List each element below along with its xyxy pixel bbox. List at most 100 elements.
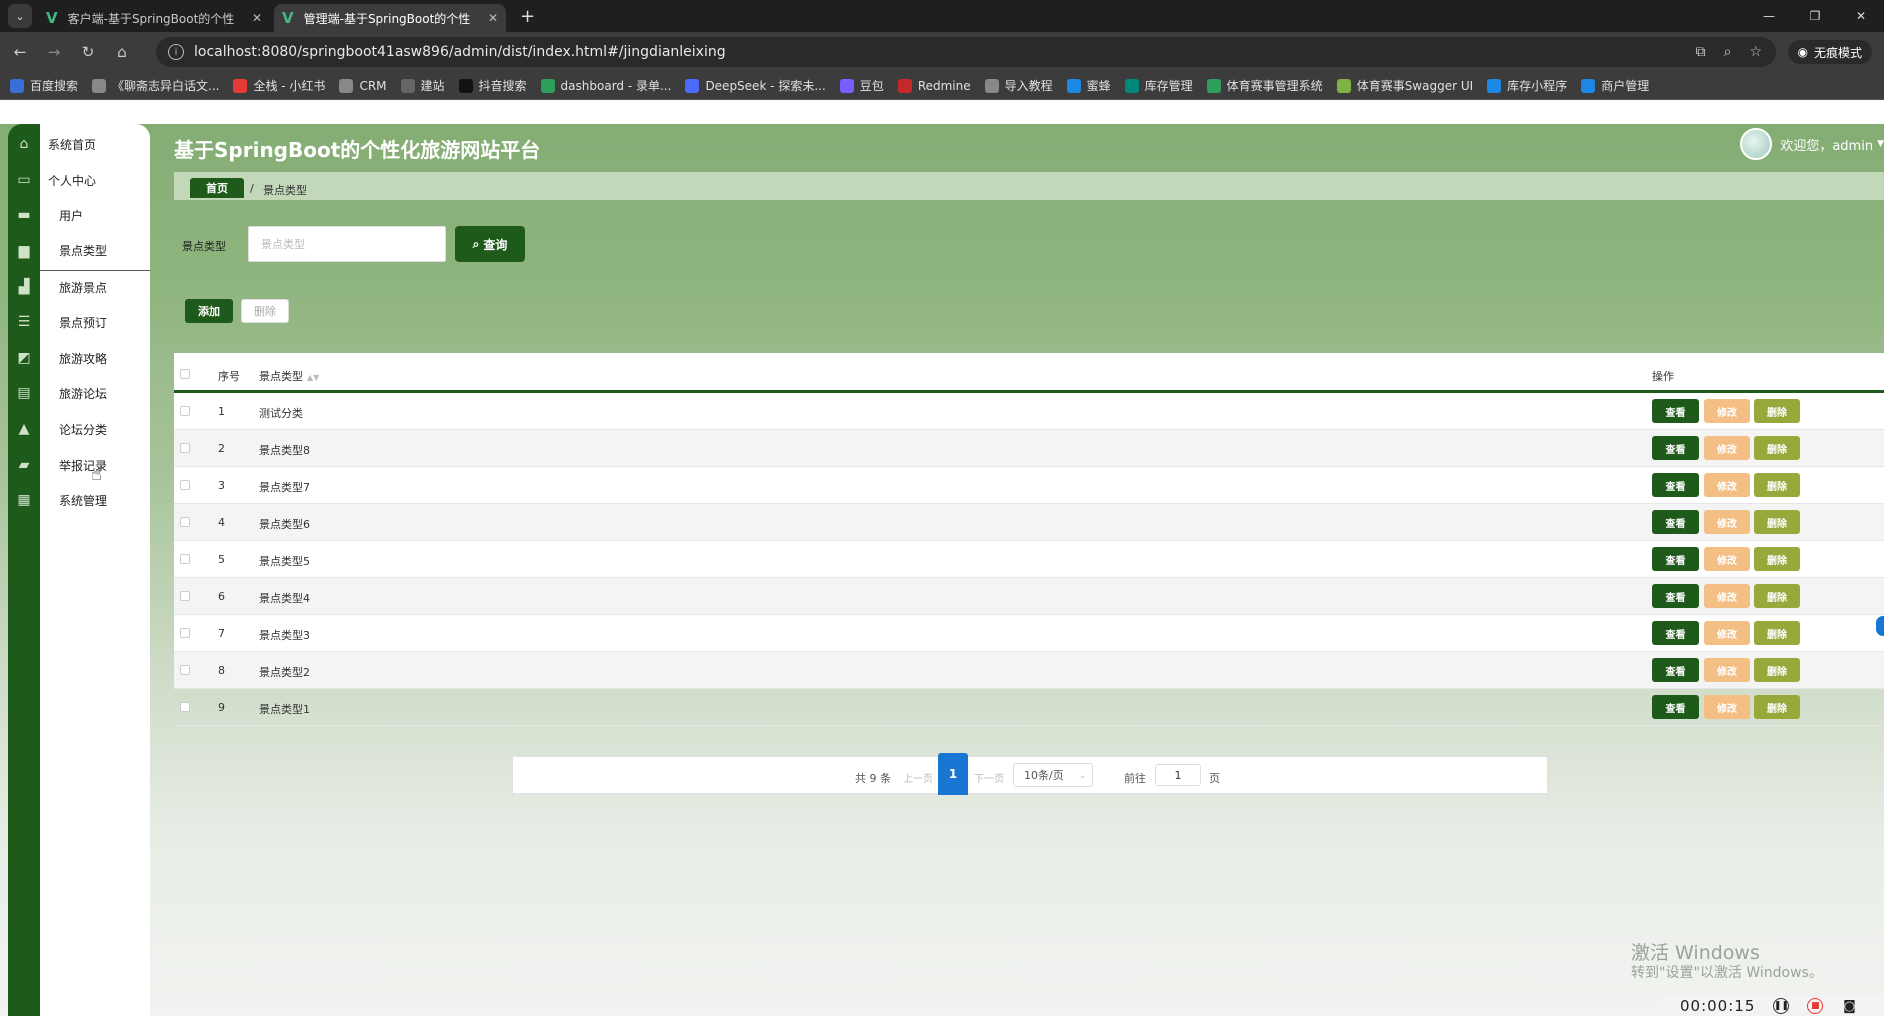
bookmark-item[interactable]: 导入教程 (984, 77, 1053, 94)
home-nav-icon[interactable]: ⌂ (108, 43, 136, 61)
edit-button[interactable]: 修改 (1704, 436, 1750, 460)
goto-page-input[interactable] (1155, 764, 1201, 786)
close-tab-icon[interactable]: ✕ (488, 11, 498, 25)
bookmark-item[interactable]: 蜜蜂 (1066, 77, 1111, 94)
chat-icon[interactable]: ▬ (8, 195, 40, 235)
user-icon[interactable]: ▲ (8, 409, 40, 449)
row-checkbox[interactable] (180, 628, 190, 638)
bookmark-item[interactable]: 《聊斋志异白话文... (92, 77, 219, 94)
add-button[interactable]: 添加 (185, 299, 233, 323)
delete-button[interactable]: 删除 (1754, 695, 1800, 719)
bookmark-item[interactable]: 全栈 - 小红书 (233, 77, 325, 94)
new-tab-button[interactable]: + (510, 6, 545, 27)
address-bar[interactable]: i localhost:8080/springboot41asw896/admi… (156, 37, 1776, 67)
view-button[interactable]: 查看 (1652, 695, 1699, 719)
user-menu[interactable]: 欢迎您，admin ▼ (1740, 128, 1884, 160)
sort-icon[interactable]: ▲▼ (307, 373, 319, 382)
sidebar-item[interactable]: 论坛分类 (40, 409, 150, 449)
search-button[interactable]: ⌕ 查询 (455, 226, 525, 262)
bookmark-item[interactable]: 豆包 (839, 77, 884, 94)
view-button[interactable]: 查看 (1652, 584, 1699, 608)
home-icon[interactable]: ⌂ (8, 124, 40, 164)
delete-button[interactable]: 删除 (1754, 584, 1800, 608)
chart-icon[interactable]: ◩ (8, 338, 40, 378)
browser-tab-admin[interactable]: V 管理端-基于SpringBoot的个性 ✕ (274, 4, 506, 32)
sliders-icon[interactable]: ☰ (8, 302, 40, 342)
minimize-icon[interactable]: — (1746, 0, 1792, 32)
page-size-select[interactable]: 10条/页 ⌄ (1013, 763, 1093, 787)
row-checkbox[interactable] (180, 702, 190, 712)
view-button[interactable]: 查看 (1652, 547, 1699, 571)
view-button[interactable]: 查看 (1652, 399, 1699, 423)
site-info-icon[interactable]: i (168, 44, 184, 60)
view-button[interactable]: 查看 (1652, 473, 1699, 497)
close-tab-icon[interactable]: ✕ (252, 11, 262, 25)
back-icon[interactable]: ← (6, 43, 34, 61)
sidebar-item[interactable]: 景点预订 (40, 302, 150, 342)
next-page-button[interactable]: 下一页 (974, 770, 1004, 785)
sidebar-item[interactable]: 旅游论坛 (40, 373, 150, 413)
grid-icon[interactable]: ▦ (8, 480, 40, 520)
camera-icon[interactable]: ◙ (1841, 998, 1857, 1014)
view-button[interactable]: 查看 (1652, 658, 1699, 682)
forward-icon[interactable]: → (40, 43, 68, 61)
bookmark-item[interactable]: 库存小程序 (1487, 77, 1567, 94)
card-icon[interactable]: ▭ (8, 160, 40, 200)
sidebar-item[interactable]: 系统首页 (40, 124, 150, 164)
edit-button[interactable]: 修改 (1704, 584, 1750, 608)
sidebar-item[interactable]: 用户 (40, 195, 150, 235)
delete-button[interactable]: 删除 (1754, 399, 1800, 423)
sidebar-item[interactable]: 系统管理 (40, 480, 150, 520)
search-input[interactable] (248, 226, 446, 262)
floating-widget[interactable] (1876, 616, 1884, 636)
bookmark-item[interactable]: 体育赛事Swagger UI (1336, 77, 1473, 94)
edit-button[interactable]: 修改 (1704, 658, 1750, 682)
batch-delete-button[interactable]: 删除 (241, 299, 289, 323)
sidebar-item[interactable]: 旅游景点 (40, 267, 150, 307)
view-button[interactable]: 查看 (1652, 621, 1699, 645)
bookmark-star-icon[interactable]: ☆ (1749, 44, 1762, 60)
ticket-icon[interactable]: ▰ (8, 445, 40, 485)
row-checkbox[interactable] (180, 591, 190, 601)
prev-page-button[interactable]: 上一页 (903, 770, 933, 785)
clipboard-icon[interactable]: ▤ (8, 373, 40, 413)
view-button[interactable]: 查看 (1652, 436, 1699, 460)
close-window-icon[interactable]: ✕ (1838, 0, 1884, 32)
thumb-icon[interactable]: ▟ (8, 267, 40, 307)
delete-button[interactable]: 删除 (1754, 621, 1800, 645)
row-checkbox[interactable] (180, 443, 190, 453)
view-button[interactable]: 查看 (1652, 510, 1699, 534)
translate-icon[interactable]: ⧉ (1696, 44, 1706, 60)
bookmark-item[interactable]: 建站 (400, 77, 445, 94)
edit-button[interactable]: 修改 (1704, 510, 1750, 534)
bookmark-item[interactable]: DeepSeek - 探索未... (685, 77, 826, 94)
incognito-badge[interactable]: ◉ 无痕模式 (1787, 40, 1872, 64)
sidebar-item[interactable]: 景点类型 (40, 231, 150, 271)
delete-button[interactable]: 删除 (1754, 473, 1800, 497)
bookmark-item[interactable]: 体育赛事管理系统 (1206, 77, 1323, 94)
row-checkbox[interactable] (180, 665, 190, 675)
restore-icon[interactable]: ❐ (1792, 0, 1838, 32)
tab-list-button[interactable]: ⌄ (8, 4, 32, 28)
edit-button[interactable]: 修改 (1704, 621, 1750, 645)
bookmark-item[interactable]: 抖音搜索 (458, 77, 527, 94)
briefcase-icon[interactable]: ▆ (8, 231, 40, 271)
bookmark-item[interactable]: 商户管理 (1581, 77, 1649, 94)
delete-button[interactable]: 删除 (1754, 658, 1800, 682)
bookmark-item[interactable]: CRM (339, 78, 387, 93)
bookmark-item[interactable]: dashboard - 录单... (540, 77, 671, 94)
zoom-icon[interactable]: ⌕ (1724, 44, 1732, 60)
row-checkbox[interactable] (180, 480, 190, 490)
edit-button[interactable]: 修改 (1704, 473, 1750, 497)
delete-button[interactable]: 删除 (1754, 510, 1800, 534)
select-all-checkbox[interactable] (180, 369, 190, 379)
bookmark-item[interactable]: 百度搜索 (10, 77, 78, 94)
pause-icon[interactable]: ❚❚ (1773, 998, 1790, 1014)
row-checkbox[interactable] (180, 406, 190, 416)
delete-button[interactable]: 删除 (1754, 547, 1800, 571)
browser-tab-client[interactable]: V 客户端-基于SpringBoot的个性 ✕ (38, 4, 270, 32)
bookmark-item[interactable]: Redmine (897, 78, 971, 93)
reload-icon[interactable]: ↻ (74, 43, 102, 61)
column-header-name[interactable]: 景点类型 ▲▼ (259, 368, 319, 384)
edit-button[interactable]: 修改 (1704, 547, 1750, 571)
